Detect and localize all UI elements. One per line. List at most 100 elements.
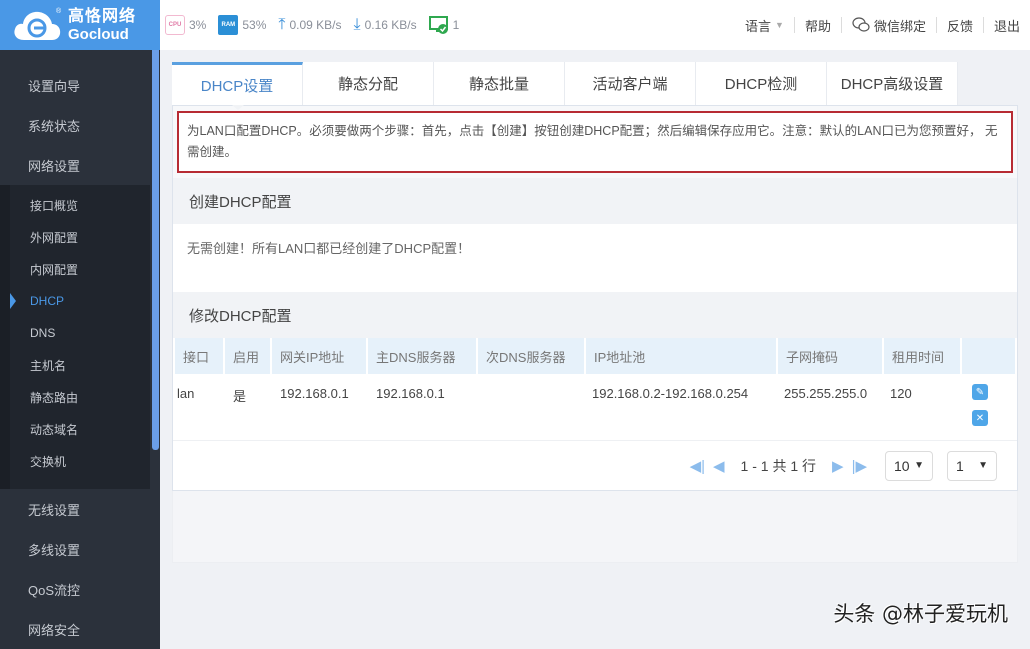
- first-page-button[interactable]: ◀|: [690, 457, 705, 475]
- language-label: 语言: [745, 18, 772, 34]
- main-content: DHCP设置 静态分配 静态批量 活动客户端 DHCP检测 DHCP高级设置 为…: [172, 62, 1018, 563]
- ram-stat: RAM 53%: [218, 15, 266, 35]
- registered-mark: ®: [56, 8, 62, 15]
- language-menu[interactable]: 语言 ▼: [735, 16, 794, 35]
- col-ip-pool: IP地址池: [586, 338, 776, 374]
- sidebar-item-network-settings[interactable]: 网络设置: [0, 145, 150, 185]
- cpu-icon: CPU: [165, 15, 185, 35]
- col-gateway: 网关IP地址: [272, 338, 366, 374]
- upload-value: 0.09 KB/s: [289, 18, 342, 32]
- tab-static-batch[interactable]: 静态批量: [434, 62, 565, 105]
- page-size-value: 10: [894, 457, 910, 474]
- sidebar-subitem-wan[interactable]: 外网配置: [10, 221, 150, 253]
- col-enabled: 启用: [225, 338, 270, 374]
- download-arrow-icon: ⤓: [353, 16, 361, 33]
- dhcp-panel: 为LAN口配置DHCP。必须要做两个步骤：首先，点击【创建】按钮创建DHCP配置…: [172, 105, 1018, 491]
- top-bar: ® 高恪网络 Gocloud CPU 3% RAM 53% ⤒ 0.09 KB/…: [0, 0, 1030, 50]
- wechat-icon: [852, 17, 870, 32]
- sidebar-subitem-switch[interactable]: 交换机: [10, 445, 150, 477]
- cell-primary-dns: 192.168.0.1: [376, 386, 445, 401]
- sidebar-subitem-ddns[interactable]: 动态域名: [10, 413, 150, 445]
- sidebar-subitem-hostname[interactable]: 主机名: [10, 349, 150, 381]
- tab-dhcp-detect[interactable]: DHCP检测: [696, 62, 827, 105]
- cell-gateway: 192.168.0.1: [280, 386, 349, 401]
- feedback-link[interactable]: 反馈: [937, 16, 983, 35]
- sidebar-subitem-static-route[interactable]: 静态路由: [10, 381, 150, 413]
- sidebar: 设置向导 系统状态 网络设置 接口概览 外网配置 内网配置 DHCP DNS 主…: [0, 50, 150, 649]
- next-page-button[interactable]: ▶: [832, 457, 844, 475]
- brand-name-cn: 高恪网络: [68, 7, 137, 25]
- monitor-check-icon: [428, 16, 448, 34]
- sidebar-subitem-dhcp[interactable]: DHCP: [10, 285, 150, 317]
- cell-ip-pool: 192.168.0.2-192.168.0.254: [592, 386, 749, 401]
- logout-link[interactable]: 退出: [984, 16, 1030, 35]
- pencil-icon: ✎: [975, 386, 985, 398]
- sidebar-item-multi-wan[interactable]: 多线设置: [0, 529, 150, 569]
- sidebar-item-system-status[interactable]: 系统状态: [0, 105, 150, 145]
- cpu-stat: CPU 3%: [165, 15, 206, 35]
- col-lease-time: 租用时间: [884, 338, 960, 374]
- devices-count: 1: [452, 18, 460, 32]
- download-stat: ⤓ 0.16 KB/s: [353, 16, 416, 34]
- sidebar-scrollbar-thumb[interactable]: [152, 50, 159, 450]
- bottom-empty-area: [172, 491, 1018, 563]
- create-section-message: 无需创建！所有LAN口都已经创建了DHCP配置！: [187, 241, 471, 256]
- sidebar-subitem-dns[interactable]: DNS: [10, 317, 150, 349]
- ram-value: 53%: [242, 18, 267, 32]
- caret-down-icon: ▼: [914, 460, 924, 471]
- col-secondary-dns: 次DNS服务器: [478, 338, 584, 374]
- table-row: lan 是 192.168.0.1 192.168.0.1 192.168.0.…: [175, 374, 1015, 440]
- sidebar-item-setup-wizard[interactable]: 设置向导: [0, 65, 150, 105]
- pagination: ◀| ◀ 1 - 1 共 1 行 ▶ |▶ 10 ▼ 1 ▼: [173, 440, 1017, 490]
- delete-button[interactable]: ✕: [972, 410, 988, 426]
- download-value: 0.16 KB/s: [364, 18, 417, 32]
- modify-section-title: 修改DHCP配置: [173, 292, 1017, 338]
- last-page-button[interactable]: |▶: [852, 457, 867, 475]
- prev-page-button[interactable]: ◀: [713, 457, 725, 475]
- sidebar-submenu: 接口概览 外网配置 内网配置 DHCP DNS 主机名 静态路由 动态域名 交换…: [10, 185, 150, 489]
- cell-netmask: 255.255.255.0: [784, 386, 868, 401]
- tab-bar: DHCP设置 静态分配 静态批量 活动客户端 DHCP检测 DHCP高级设置: [172, 62, 1018, 110]
- caret-down-icon: ▼: [978, 460, 988, 471]
- cell-secondary-dns: [478, 374, 584, 440]
- sidebar-item-security[interactable]: 网络安全: [0, 609, 150, 649]
- cpu-value: 3%: [189, 18, 207, 32]
- col-interface: 接口: [175, 338, 223, 374]
- sidebar-subitem-lan[interactable]: 内网配置: [10, 253, 150, 285]
- cell-interface: lan: [177, 386, 195, 401]
- devices-stat[interactable]: 1: [428, 15, 460, 35]
- create-section-title: 创建DHCP配置: [173, 178, 1017, 224]
- sidebar-item-wireless[interactable]: 无线设置: [0, 489, 150, 529]
- watermark: 头条 @林子爱玩机: [833, 602, 1008, 626]
- col-actions: [962, 338, 1015, 374]
- ram-icon: RAM: [218, 15, 239, 35]
- brand-logo[interactable]: ® 高恪网络 Gocloud: [0, 0, 160, 50]
- tab-dhcp-advanced[interactable]: DHCP高级设置: [827, 62, 958, 105]
- close-icon: ✕: [975, 412, 985, 424]
- help-link[interactable]: 帮助: [795, 16, 841, 35]
- tab-active-clients[interactable]: 活动客户端: [565, 62, 696, 105]
- upload-stat: ⤒ 0.09 KB/s: [278, 16, 341, 34]
- sidebar-item-qos[interactable]: QoS流控: [0, 569, 150, 609]
- edit-button[interactable]: ✎: [972, 384, 988, 400]
- wechat-bind-link[interactable]: 微信绑定: [842, 16, 936, 35]
- page-summary: 1 - 1 共 1 行: [740, 457, 817, 474]
- col-netmask: 子网掩码: [778, 338, 882, 374]
- sidebar-subitem-interface-overview[interactable]: 接口概览: [10, 189, 150, 221]
- tab-dhcp-settings[interactable]: DHCP设置: [172, 62, 303, 110]
- upload-arrow-icon: ⤒: [278, 16, 286, 33]
- tab-static-assign[interactable]: 静态分配: [303, 62, 434, 105]
- cloud-logo-icon: [14, 11, 61, 41]
- caret-down-icon: ▼: [775, 20, 784, 30]
- top-nav: 语言 ▼ 帮助 微信绑定 反馈 退出: [735, 0, 1030, 50]
- cell-lease-time: 120: [890, 386, 912, 401]
- page-select[interactable]: 1 ▼: [947, 450, 997, 481]
- wechat-bind-label: 微信绑定: [873, 18, 926, 34]
- system-stats: CPU 3% RAM 53% ⤒ 0.09 KB/s ⤓ 0.16 KB/s 1: [165, 0, 471, 50]
- brand-name-en: Gocloud: [68, 25, 129, 43]
- notice-box: 为LAN口配置DHCP。必须要做两个步骤：首先，点击【创建】按钮创建DHCP配置…: [177, 111, 1013, 173]
- page-size-select[interactable]: 10 ▼: [885, 450, 933, 481]
- cell-actions: ✎ ✕: [962, 374, 1015, 440]
- cell-enabled: 是: [233, 389, 247, 404]
- col-primary-dns: 主DNS服务器: [368, 338, 476, 374]
